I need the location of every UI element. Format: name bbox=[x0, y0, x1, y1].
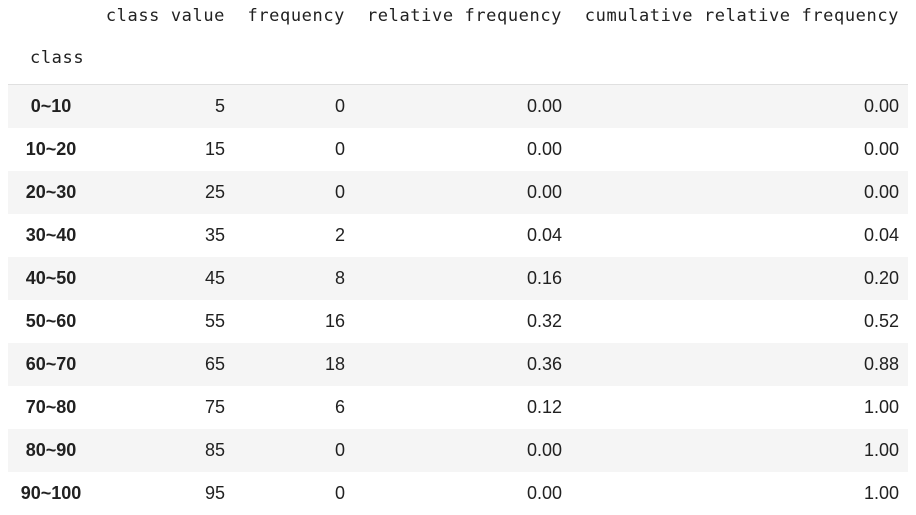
column-header-frequency: frequency bbox=[247, 6, 345, 26]
table-row: 50~60 55 16 0.32 0.52 bbox=[8, 300, 908, 343]
table-body: 0~10 5 0 0.00 0.00 10~20 15 0 0.00 0.00 … bbox=[8, 83, 908, 515]
relative-frequency-cell: 0.00 bbox=[526, 181, 562, 202]
cumulative-relative-frequency-cell: 0.00 bbox=[863, 138, 899, 159]
relative-frequency-cell: 0.00 bbox=[526, 483, 562, 504]
frequency-cell: 8 bbox=[334, 267, 345, 288]
row-index-label: 10~20 bbox=[25, 138, 77, 159]
relative-frequency-cell: 0.32 bbox=[526, 311, 562, 332]
frequency-cell: 2 bbox=[334, 224, 345, 245]
frequency-cell: 0 bbox=[334, 138, 345, 159]
index-name-label: class bbox=[30, 48, 85, 68]
class-value-cell: 65 bbox=[204, 354, 225, 375]
table-row: 20~30 25 0 0.00 0.00 bbox=[8, 170, 908, 214]
cumulative-relative-frequency-cell: 0.52 bbox=[863, 311, 899, 332]
index-name-row: class bbox=[8, 32, 908, 85]
relative-frequency-cell: 0.12 bbox=[526, 397, 562, 418]
row-index-label: 20~30 bbox=[25, 181, 77, 202]
cumulative-relative-frequency-cell: 0.04 bbox=[863, 224, 899, 245]
column-header-class-value: class value bbox=[105, 6, 225, 26]
table-header: class value frequency relative frequency… bbox=[8, 0, 908, 85]
frequency-cell: 0 bbox=[334, 483, 345, 504]
class-value-cell: 35 bbox=[204, 224, 225, 245]
table-row: 60~70 65 18 0.36 0.88 bbox=[8, 343, 908, 387]
table-row: 0~10 5 0 0.00 0.00 bbox=[8, 83, 908, 128]
row-index-label: 30~40 bbox=[25, 224, 77, 245]
cumulative-relative-frequency-cell: 0.00 bbox=[863, 181, 899, 202]
index-name-blank-cell bbox=[354, 32, 571, 85]
frequency-cell: 18 bbox=[324, 354, 345, 375]
row-index-label: 0~10 bbox=[8, 83, 94, 128]
class-value-cell: 85 bbox=[204, 440, 225, 461]
row-index-label: 50~60 bbox=[25, 311, 77, 332]
relative-frequency-cell: 0.00 bbox=[526, 440, 562, 461]
index-corner-cell bbox=[8, 0, 94, 32]
column-header-row: class value frequency relative frequency… bbox=[8, 0, 908, 32]
column-header-cumulative-relative-frequency: cumulative relative frequency bbox=[584, 6, 899, 26]
row-index-label: 40~50 bbox=[25, 267, 77, 288]
row-index-label: 70~80 bbox=[25, 397, 77, 418]
table-row: 80~90 85 0 0.00 1.00 bbox=[8, 429, 908, 473]
frequency-cell: 0 bbox=[234, 83, 354, 128]
frequency-cell: 0 bbox=[334, 181, 345, 202]
table-row: 90~100 95 0 0.00 1.00 bbox=[8, 472, 908, 515]
cumulative-relative-frequency-cell: 1.00 bbox=[863, 397, 899, 418]
class-value-cell: 95 bbox=[204, 483, 225, 504]
frequency-cell: 16 bbox=[324, 311, 345, 332]
frequency-cell: 0 bbox=[334, 440, 345, 461]
relative-frequency-cell: 0.16 bbox=[526, 267, 562, 288]
row-index-label: 90~100 bbox=[20, 483, 82, 504]
column-header-relative-frequency: relative frequency bbox=[366, 6, 562, 26]
class-value-cell: 5 bbox=[94, 83, 234, 128]
relative-frequency-cell: 0.36 bbox=[526, 354, 562, 375]
index-name-blank-cell bbox=[571, 32, 908, 85]
class-value-cell: 45 bbox=[204, 267, 225, 288]
index-name-blank-cell bbox=[234, 32, 354, 85]
relative-frequency-cell: 0.00 bbox=[526, 138, 562, 159]
row-index-label: 80~90 bbox=[25, 440, 77, 461]
table-row: 10~20 15 0 0.00 0.00 bbox=[8, 128, 908, 171]
index-name-blank-cell bbox=[94, 32, 234, 85]
table-row: 70~80 75 6 0.12 1.00 bbox=[8, 386, 908, 429]
table-row: 30~40 35 2 0.04 0.04 bbox=[8, 214, 908, 257]
class-value-cell: 75 bbox=[204, 397, 225, 418]
dataframe-output: class value frequency relative frequency… bbox=[0, 0, 916, 515]
cumulative-relative-frequency-cell: 1.00 bbox=[863, 440, 899, 461]
frequency-table: class value frequency relative frequency… bbox=[8, 0, 908, 515]
relative-frequency-cell: 0.00 bbox=[354, 83, 571, 128]
relative-frequency-cell: 0.04 bbox=[526, 224, 562, 245]
class-value-cell: 25 bbox=[204, 181, 225, 202]
cumulative-relative-frequency-cell: 1.00 bbox=[863, 483, 899, 504]
class-value-cell: 55 bbox=[204, 311, 225, 332]
frequency-cell: 6 bbox=[334, 397, 345, 418]
cumulative-relative-frequency-cell: 0.00 bbox=[571, 83, 908, 128]
class-value-cell: 15 bbox=[204, 138, 225, 159]
cumulative-relative-frequency-cell: 0.20 bbox=[863, 267, 899, 288]
row-index-label: 60~70 bbox=[25, 354, 77, 375]
table-row: 40~50 45 8 0.16 0.20 bbox=[8, 256, 908, 300]
cumulative-relative-frequency-cell: 0.88 bbox=[863, 354, 899, 375]
